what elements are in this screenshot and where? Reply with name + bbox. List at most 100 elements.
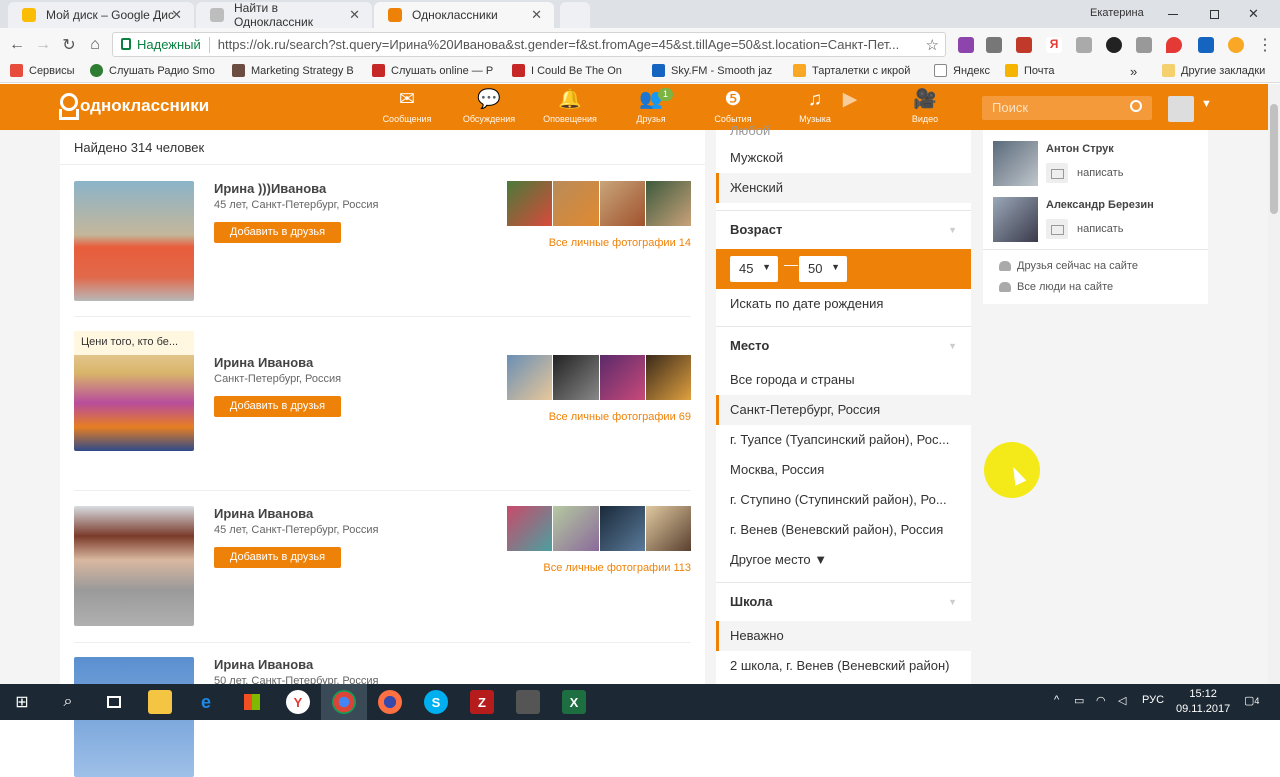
firefox-icon[interactable]	[378, 690, 402, 714]
music-play-button[interactable]: ▶	[830, 88, 870, 112]
friend-name[interactable]: Александр Березин	[1046, 199, 1154, 211]
status-bubble[interactable]: Цени того, кто бе...	[74, 331, 194, 355]
avatar[interactable]	[1168, 96, 1194, 122]
minimize-button[interactable]	[1160, 0, 1178, 28]
yandex-browser-icon[interactable]: Y	[286, 690, 310, 714]
profile-photo[interactable]	[74, 181, 194, 301]
filter-gender-female[interactable]: Женский	[716, 173, 971, 203]
cookie-extension-icon[interactable]	[1228, 37, 1244, 53]
browser-profile[interactable]: Екатерина	[1090, 7, 1144, 19]
birthdate-search-link[interactable]: Искать по дате рождения	[716, 289, 971, 319]
all-photos-link[interactable]: Все личные фотографии 69	[549, 411, 691, 423]
tray-up-arrow-icon[interactable]: ^	[1054, 694, 1059, 706]
wifi-icon[interactable]: ◠	[1096, 694, 1106, 707]
address-bar[interactable]: Надежный https://ok.ru/search?st.query=И…	[112, 32, 946, 57]
filezilla-icon[interactable]: Z	[470, 690, 494, 714]
bookmarks-overflow-button[interactable]: »	[1130, 64, 1137, 79]
photo-thumb[interactable]	[553, 506, 599, 551]
photo-thumb[interactable]	[599, 181, 645, 226]
input-language[interactable]: РУС	[1142, 694, 1164, 706]
all-photos-link[interactable]: Все личные фотографии 113	[543, 562, 691, 574]
other-place-toggle[interactable]: Другое место ▼	[716, 545, 971, 575]
close-icon[interactable]: ✕	[531, 7, 542, 23]
person-name[interactable]: Ирина )))Иванова	[214, 181, 326, 196]
filter-gender-male[interactable]: Мужской	[716, 143, 971, 173]
page-scrollbar[interactable]	[1268, 84, 1280, 684]
bookmark-radio[interactable]: Слушать Радио Smo	[90, 64, 215, 77]
write-message-link[interactable]: написать	[1077, 167, 1123, 179]
nav-notifications[interactable]: 🔔 Оповещения	[533, 88, 607, 124]
calculator-icon[interactable]	[516, 690, 540, 714]
search-input[interactable]: Поиск	[982, 96, 1152, 120]
filter-age-header[interactable]: Возраст ▼	[716, 215, 971, 245]
notifications-icon[interactable]: ▢4	[1244, 694, 1259, 707]
bookmark-services[interactable]: Сервисы	[10, 64, 75, 77]
filter-school-item[interactable]: Неважно	[716, 621, 971, 651]
scrollbar-thumb[interactable]	[1270, 104, 1278, 214]
friend-avatar[interactable]	[993, 197, 1038, 242]
ok-logo[interactable]: одноклассники	[58, 93, 209, 119]
lastpass-extension-icon[interactable]	[1016, 37, 1032, 53]
tab-google-drive[interactable]: Мой диск – Google Дис ✕	[8, 2, 194, 28]
menu-dots-icon[interactable]: ⋮	[1254, 34, 1276, 56]
bookmark-could-be[interactable]: I Could Be The On	[512, 64, 622, 77]
friends-online-link[interactable]: Друзья сейчас на сайте	[999, 260, 1138, 272]
photo-thumb[interactable]	[553, 181, 599, 226]
photo-thumb[interactable]	[599, 355, 645, 400]
volume-icon[interactable]: ◁	[1118, 694, 1126, 707]
add-friend-button[interactable]: Добавить в друзья	[214, 547, 341, 568]
photo-thumb[interactable]	[507, 506, 553, 551]
nav-messages[interactable]: ✉ Сообщения	[370, 88, 444, 124]
filter-place-item[interactable]: Москва, Россия	[716, 455, 971, 485]
camera-extension-icon[interactable]	[986, 37, 1002, 53]
filter-place-item[interactable]: г. Ступино (Ступинский район), Ро...	[716, 485, 971, 515]
search-icon[interactable]: ⌕	[56, 690, 80, 714]
message-icon[interactable]	[1046, 163, 1068, 183]
filter-place-item[interactable]: Все города и страны	[716, 365, 971, 395]
record-extension-icon[interactable]	[1106, 37, 1122, 53]
add-friend-button[interactable]: Добавить в друзья	[214, 396, 341, 417]
photo-thumb[interactable]	[553, 355, 599, 400]
nav-friends[interactable]: 👥 1 Друзья	[614, 88, 688, 124]
all-online-link[interactable]: Все люди на сайте	[999, 281, 1113, 293]
home-icon[interactable]: ⌂	[84, 34, 106, 56]
network-icon[interactable]: ▭	[1074, 694, 1084, 707]
bookmark-tartaletki[interactable]: Тарталетки с икрой	[793, 64, 910, 77]
bookmark-skyfm[interactable]: Sky.FM - Smooth jaz	[652, 64, 772, 77]
friend-name[interactable]: Антон Струк	[1046, 143, 1114, 155]
nav-discussions[interactable]: 💬 Обсуждения	[452, 88, 526, 124]
all-photos-link[interactable]: Все личные фотографии 14	[549, 237, 691, 249]
tab-ok-search[interactable]: Найти в Одноклассник ✕	[196, 1, 372, 29]
photo-thumb[interactable]	[507, 181, 553, 226]
excel-icon[interactable]: X	[562, 690, 586, 714]
bookmark-listen-online[interactable]: Слушать online — P	[372, 64, 493, 77]
pen-extension-icon[interactable]	[958, 37, 974, 53]
close-window-button[interactable]: ✕	[1248, 0, 1259, 28]
maximize-button[interactable]	[1206, 0, 1219, 28]
bookmark-marketing[interactable]: Marketing Strategy B	[232, 64, 354, 77]
photo-thumb[interactable]	[645, 506, 691, 551]
filter-place-header[interactable]: Место ▼	[716, 331, 971, 361]
location-extension-icon[interactable]	[1166, 37, 1182, 53]
age-to-select[interactable]: 50 ▼	[799, 256, 847, 282]
filter-school-item[interactable]: 2 школа, г. Венев (Веневский район)	[716, 651, 971, 681]
star-icon[interactable]: ☆	[926, 36, 939, 54]
bookmark-mail[interactable]: Почта	[1005, 64, 1055, 77]
back-arrow-icon[interactable]: ←	[6, 34, 28, 56]
photo-thumb[interactable]	[599, 506, 645, 551]
photo-thumb[interactable]	[507, 355, 553, 400]
friend-avatar[interactable]	[993, 141, 1038, 186]
forward-arrow-icon[interactable]: →	[32, 34, 54, 56]
pdf-extension-icon[interactable]	[1076, 37, 1092, 53]
tab-odnoklassniki[interactable]: Одноклассники ✕	[374, 2, 554, 28]
chrome-icon[interactable]	[332, 690, 356, 714]
photo-thumb[interactable]	[645, 355, 691, 400]
filter-school-header[interactable]: Школа ▼	[716, 587, 971, 617]
person-name[interactable]: Ирина Иванова	[214, 657, 313, 672]
skype-icon[interactable]: S	[424, 690, 448, 714]
add-friend-button[interactable]: Добавить в друзья	[214, 222, 341, 243]
filter-place-item[interactable]: г. Туапсе (Туапсинский район), Рос...	[716, 425, 971, 455]
task-view-icon[interactable]	[102, 690, 126, 714]
filter-place-item[interactable]: Санкт-Петербург, Россия	[716, 395, 971, 425]
search-icon[interactable]	[1130, 100, 1142, 112]
